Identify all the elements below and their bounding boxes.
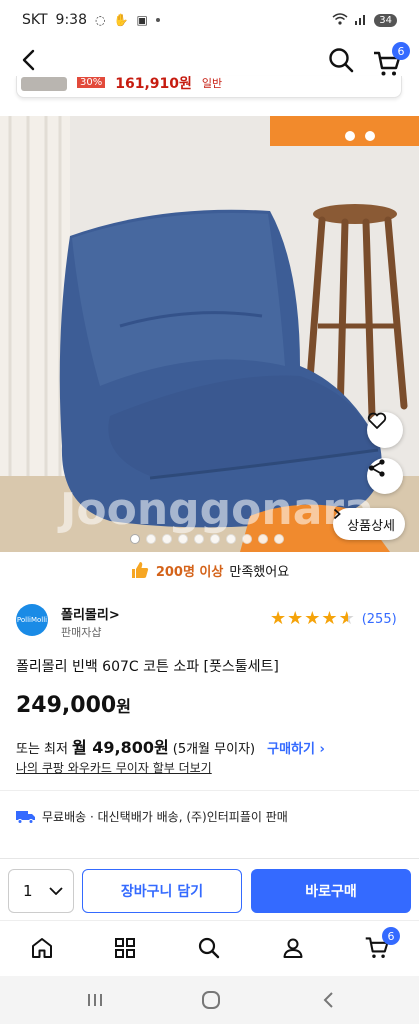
signal-icon bbox=[354, 13, 368, 28]
back-arrow-icon bbox=[323, 992, 333, 1008]
product-detail-button[interactable]: 상품상세 bbox=[333, 508, 405, 540]
product-photo: Joonggonara bbox=[0, 116, 419, 552]
product-page: SKT 9:38 ◌ ✋ ▣ 34 6 30% 161,910원 일반 Joon… bbox=[0, 0, 419, 1024]
buy-now-button[interactable]: 바로구매 bbox=[251, 869, 411, 913]
cart-button[interactable]: 6 bbox=[372, 42, 410, 77]
battery-indicator: 34 bbox=[374, 13, 397, 27]
thumbs-up-icon bbox=[131, 562, 148, 578]
discount-badge: 30% bbox=[77, 77, 106, 88]
star-icon: ★ bbox=[321, 608, 338, 629]
tab-categories[interactable] bbox=[110, 933, 140, 963]
shipping-row: 무료배송 · 대신택배가 배송, (주)인터피플이 판매 bbox=[16, 808, 288, 825]
chevron-left-icon bbox=[22, 49, 35, 71]
price-value: 249,000 bbox=[16, 693, 117, 718]
notification-dot-icon bbox=[155, 18, 160, 22]
shipping-text: 무료배송 · 대신택배가 배송, (주)인터피플이 판매 bbox=[42, 810, 288, 824]
carrier-label: SKT bbox=[22, 12, 48, 28]
installment-prefix: 또는 최저 bbox=[16, 742, 68, 757]
seller-logo[interactable]: PolliMolli bbox=[16, 604, 48, 636]
home-icon bbox=[32, 938, 52, 958]
recent-apps-button[interactable] bbox=[81, 988, 109, 1012]
product-thumbnail bbox=[21, 76, 67, 91]
satisfaction-banner: 200명 이상 만족했어요 bbox=[0, 556, 419, 584]
card-installment-link[interactable]: 나의 쿠팡 와우카드 무이자 할부 더보기 bbox=[16, 759, 212, 776]
star-icon: ★ bbox=[270, 608, 287, 629]
half-star-icon: ★ bbox=[338, 608, 355, 629]
share-icon bbox=[368, 459, 385, 477]
watermark-text: Joonggonara bbox=[57, 484, 374, 535]
cart-count-badge: 6 bbox=[392, 42, 410, 60]
purchase-action-bar: 1 장바구니 담기 바로구매 bbox=[0, 858, 419, 920]
satisfaction-count: 200명 이상 bbox=[155, 564, 224, 580]
sticky-price-strip[interactable]: 30% 161,910원 일반 bbox=[16, 76, 402, 98]
rating-stars[interactable]: ★ ★ ★ ★ ★ (255) bbox=[270, 610, 397, 628]
wifi-icon bbox=[332, 12, 348, 28]
search-icon bbox=[198, 937, 220, 959]
gallery-pagination bbox=[130, 534, 284, 544]
chevron-down-icon bbox=[48, 887, 63, 895]
gallery-dot[interactable] bbox=[258, 534, 268, 544]
sticky-price: 161,910원 bbox=[115, 76, 192, 92]
gallery-dot[interactable] bbox=[146, 534, 156, 544]
wishlist-button[interactable] bbox=[367, 412, 403, 448]
share-button[interactable] bbox=[367, 458, 403, 494]
sync-icon: ◌ bbox=[95, 13, 106, 27]
person-icon bbox=[283, 938, 303, 958]
product-image-gallery[interactable]: Joonggonara 상품상세 bbox=[0, 116, 419, 552]
home-circle-icon bbox=[202, 991, 220, 1009]
tab-cart[interactable]: 6 bbox=[362, 927, 400, 963]
product-title: 폴리몰리 빈백 607C 코튼 소파 [풋스툴세트] bbox=[16, 659, 279, 675]
truck-icon bbox=[16, 810, 35, 824]
quantity-value: 1 bbox=[23, 882, 33, 900]
divider bbox=[0, 790, 419, 791]
tab-home[interactable] bbox=[27, 933, 57, 963]
sticky-price-suffix: 일반 bbox=[201, 76, 223, 90]
product-price: 249,000원 bbox=[16, 693, 131, 718]
gallery-dot[interactable] bbox=[274, 534, 284, 544]
home-system-button[interactable] bbox=[197, 988, 225, 1012]
gallery-dot[interactable] bbox=[178, 534, 188, 544]
system-navigation-bar bbox=[0, 976, 419, 1024]
seller-type: 판매자샵 bbox=[61, 626, 102, 639]
hand-icon: ✋ bbox=[113, 13, 129, 27]
seller-row: PolliMolli 폴리몰리> 판매자샵 ★ ★ ★ ★ ★ (255) bbox=[16, 604, 404, 640]
quantity-select[interactable]: 1 bbox=[8, 869, 74, 913]
back-system-button[interactable] bbox=[314, 988, 342, 1012]
recent-apps-icon bbox=[88, 994, 102, 1006]
clock: 9:38 bbox=[55, 12, 87, 28]
installment-buy-link[interactable]: 구매하기 › bbox=[267, 738, 325, 757]
gallery-dot[interactable] bbox=[130, 534, 140, 544]
gallery-dot[interactable] bbox=[210, 534, 220, 544]
gallery-dot[interactable] bbox=[226, 534, 236, 544]
star-icon: ★ bbox=[304, 608, 321, 629]
product-detail-label: 상품상세 bbox=[347, 518, 395, 534]
chevron-right-icon bbox=[334, 508, 342, 520]
installment-monthly: 월 49,800원 bbox=[71, 738, 169, 757]
heart-icon bbox=[367, 412, 387, 429]
tab-search[interactable] bbox=[194, 933, 224, 963]
price-unit: 원 bbox=[116, 697, 131, 716]
seller-name-link[interactable]: 폴리몰리> bbox=[61, 604, 120, 623]
bottom-tab-bar: 6 bbox=[0, 920, 419, 976]
search-icon bbox=[329, 48, 354, 73]
grid-icon bbox=[115, 938, 135, 958]
installment-row: 또는 최저 월 49,800원 (5개월 무이자) 구매하기 › bbox=[16, 734, 325, 758]
rating-count[interactable]: (255) bbox=[362, 612, 397, 627]
installment-detail: (5개월 무이자) bbox=[172, 742, 256, 757]
gallery-dot[interactable] bbox=[242, 534, 252, 544]
satisfaction-text: 만족했어요 bbox=[229, 564, 290, 580]
search-button[interactable] bbox=[326, 45, 356, 75]
tab-my-account[interactable] bbox=[278, 933, 308, 963]
star-icon: ★ bbox=[287, 608, 304, 629]
tab-cart-count-badge: 6 bbox=[382, 927, 400, 945]
back-button[interactable] bbox=[14, 46, 42, 74]
status-bar: SKT 9:38 ◌ ✋ ▣ 34 bbox=[0, 0, 419, 40]
screenshot-icon: ▣ bbox=[136, 13, 148, 27]
add-to-cart-button[interactable]: 장바구니 담기 bbox=[82, 869, 242, 913]
gallery-dot[interactable] bbox=[194, 534, 204, 544]
gallery-dot[interactable] bbox=[162, 534, 172, 544]
